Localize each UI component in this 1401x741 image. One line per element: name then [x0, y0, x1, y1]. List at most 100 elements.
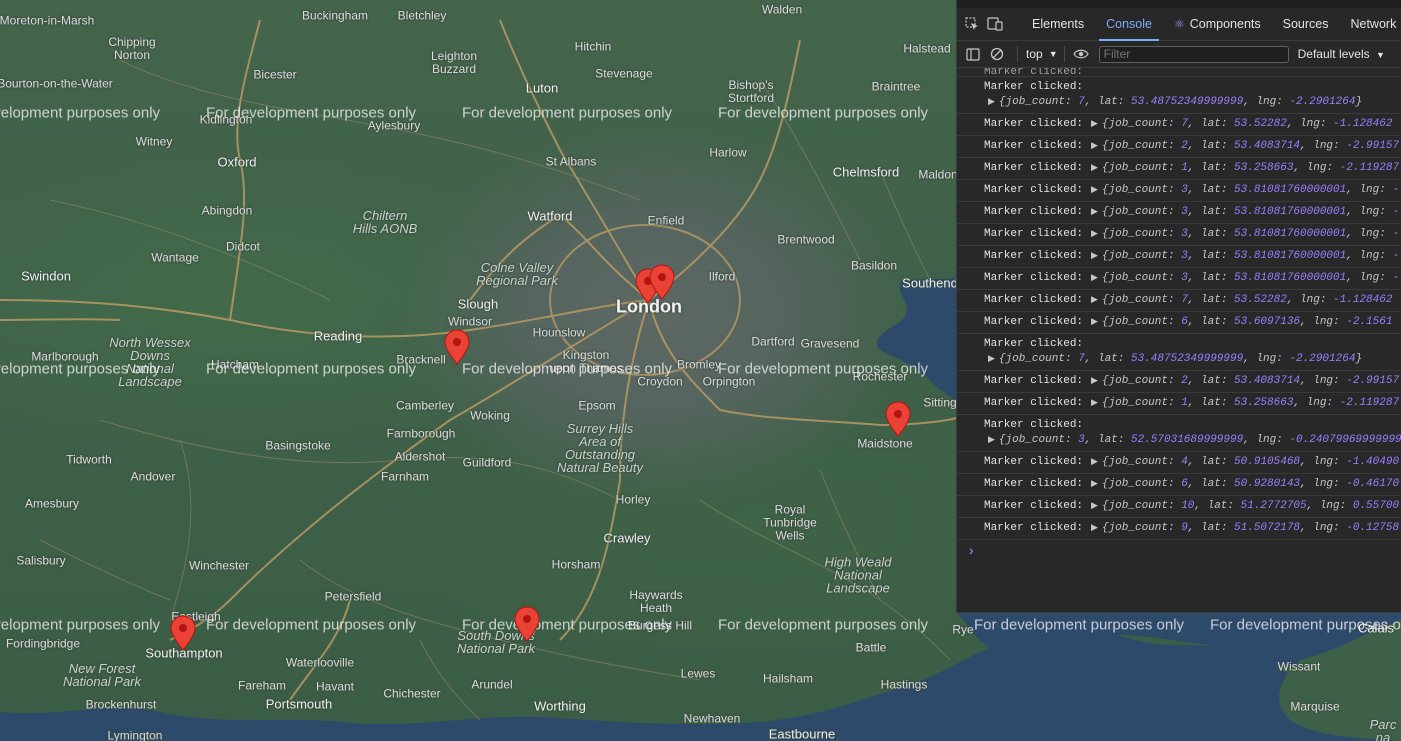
clear-console-icon[interactable]	[989, 46, 1005, 62]
expand-triangle-icon[interactable]: ▶	[1091, 185, 1098, 195]
dev-watermark: For development purposes only	[717, 616, 929, 634]
place-label: Hounslow	[532, 325, 586, 340]
place-label: Surrey Hills Area of Outstanding Natural Be…	[557, 421, 643, 475]
place-label: Basingstoke	[265, 438, 331, 453]
log-levels-label: Default levels	[1297, 47, 1370, 61]
place-label: Chiltern Hills AONB	[352, 208, 418, 236]
sidebar-toggle-icon[interactable]	[965, 46, 981, 62]
marker-south-downs[interactable]	[514, 606, 540, 642]
caret-down-icon: ▼	[1376, 50, 1385, 60]
marker-southampton[interactable]	[170, 615, 196, 651]
place-label: Battle	[855, 640, 887, 655]
dev-watermark: For development purposes only	[205, 360, 417, 378]
lng-value: -2.1561	[1346, 316, 1393, 328]
tab-sources-label: Sources	[1282, 17, 1329, 31]
tab-components[interactable]: ⚛ Components	[1163, 8, 1272, 40]
place-label: Wantage	[151, 250, 199, 265]
log-entry[interactable]: Marker clicked: ▶ {job_count: 3, lat: 53.8…	[957, 202, 1401, 224]
expand-triangle-icon[interactable]: ▶	[1091, 163, 1098, 173]
lng-value: -2.99157	[1346, 140, 1400, 152]
expand-triangle-icon[interactable]: ▶	[1091, 523, 1098, 533]
expand-triangle-icon[interactable]: ▶	[1091, 295, 1098, 305]
log-entry[interactable]: Marker clicked: ▶ {job_count: 2, lat: 53.4…	[957, 371, 1401, 393]
log-entry[interactable]: Marker clicked: ▶ {job_count: 10, lat: 51.…	[957, 496, 1401, 518]
place-label: St Albans	[545, 154, 597, 169]
log-entry[interactable]: Marker clicked: ▶ {job_count: 1, lat: 53.2…	[957, 393, 1401, 415]
dev-watermark: For development purposes only	[461, 360, 673, 378]
eye-icon[interactable]	[1072, 46, 1089, 62]
log-label: Marker clicked:	[984, 338, 1084, 350]
expand-triangle-icon[interactable]: ▶	[1091, 376, 1098, 386]
inspect-element-icon[interactable]	[965, 16, 979, 32]
expand-triangle-icon[interactable]: ▶	[988, 354, 995, 364]
log-entry[interactable]: Marker clicked: ▶ {job_count: 7, lat: 53.4…	[957, 77, 1401, 114]
tab-sources[interactable]: Sources	[1272, 8, 1340, 40]
map-pin-icon	[649, 264, 675, 300]
log-label: Marker clicked:	[984, 140, 1084, 152]
log-entry[interactable]: Marker clicked: ▶ {job_count: 3, lat: 53.8…	[957, 224, 1401, 246]
job-count-value: 3	[1181, 184, 1188, 196]
expand-triangle-icon[interactable]: ▶	[1091, 273, 1098, 283]
expand-triangle-icon[interactable]: ▶	[1091, 207, 1098, 217]
log-entry[interactable]: Marker clicked: ▶ {job_count: 3, lat: 53.8…	[957, 268, 1401, 290]
place-label: Marquise	[1290, 699, 1340, 714]
expand-triangle-icon[interactable]: ▶	[1091, 398, 1098, 408]
place-label: Amesbury	[24, 496, 80, 511]
log-entry[interactable]: Marker clicked: ▶ {job_count: 7, lat: 53.5…	[957, 114, 1401, 136]
job-count-value: 1	[1181, 397, 1188, 409]
expand-triangle-icon[interactable]: ▶	[1091, 317, 1098, 327]
log-entry[interactable]: Marker clicked: ▶ {job_count: 2, lat: 53.4…	[957, 136, 1401, 158]
expand-triangle-icon[interactable]: ▶	[1091, 501, 1098, 511]
log-entry[interactable]: Marker clicked: ▶ {job_count: 6, lat: 50.9…	[957, 474, 1401, 496]
log-entry[interactable]: Marker clicked: ▶ {job_count: 9, lat: 51.5…	[957, 518, 1401, 540]
place-label: Didcot	[225, 239, 261, 254]
lat-value: 53.258663	[1234, 162, 1294, 174]
log-label: Marker clicked:	[984, 206, 1084, 218]
log-levels-dropdown[interactable]: Default levels ▼	[1298, 47, 1385, 61]
place-label: Horley	[615, 492, 651, 507]
expand-triangle-icon[interactable]: ▶	[988, 97, 995, 107]
expand-triangle-icon[interactable]: ▶	[1091, 141, 1098, 151]
lng-value: -2.99157	[1346, 375, 1400, 387]
place-label: Hitchin	[574, 39, 612, 54]
expand-triangle-icon[interactable]: ▶	[1091, 119, 1098, 129]
log-entry[interactable]: Marker clicked: ▶ {job_count: 7, lat: 53.4…	[957, 334, 1401, 371]
console-prompt[interactable]: ›	[957, 540, 1401, 560]
expand-triangle-icon[interactable]: ▶	[988, 435, 995, 445]
filter-input[interactable]	[1098, 45, 1289, 63]
job-count-value: 7	[1078, 96, 1085, 108]
place-label: Braintree	[871, 79, 921, 94]
log-entry[interactable]: Marker clicked: ▶ {job_count: 6, lat: 53.6…	[957, 312, 1401, 334]
place-label: Camberley	[395, 398, 455, 413]
tab-console-label: Console	[1106, 17, 1152, 31]
place-label: Basildon	[850, 258, 898, 273]
place-label: Eastbourne	[768, 726, 836, 741]
log-entry[interactable]: Marker clicked: ▶ {job_count: 4, lat: 50.9…	[957, 452, 1401, 474]
log-entry[interactable]: Marker clicked: ▶ {job_count: 7, lat: 53.5…	[957, 290, 1401, 312]
tab-elements[interactable]: Elements	[1021, 8, 1095, 40]
log-entry[interactable]: Marker clicked: ▶ {job_count: 1, lat: 53.2…	[957, 158, 1401, 180]
marker-london-2[interactable]	[649, 264, 675, 300]
place-label: Petersfield	[324, 589, 382, 604]
expand-triangle-icon[interactable]: ▶	[1091, 229, 1098, 239]
context-selector[interactable]: top ▼	[1026, 47, 1058, 61]
log-entry[interactable]: Marker clicked: ▶ {job_count: 3, lat: 53.8…	[957, 180, 1401, 202]
place-label: Arundel	[471, 677, 513, 692]
device-toolbar-icon[interactable]	[987, 16, 1003, 32]
marker-maidstone[interactable]	[885, 401, 911, 437]
marker-bracknell[interactable]	[444, 329, 470, 365]
job-count-value: 10	[1181, 500, 1195, 512]
place-label: High Weald National Landscape	[824, 554, 892, 596]
tab-console[interactable]: Console	[1095, 8, 1163, 41]
log-label: Marker clicked:	[984, 81, 1084, 93]
lat-value: 53.258663	[1234, 397, 1294, 409]
log-entry[interactable]: Marker clicked: ▶ {job_count: 3, lat: 53.8…	[957, 246, 1401, 268]
tab-network[interactable]: Network	[1339, 8, 1401, 40]
expand-triangle-icon[interactable]: ▶	[1091, 479, 1098, 489]
place-label: Fordingbridge	[5, 636, 81, 651]
place-label: Bromley	[676, 357, 722, 372]
expand-triangle-icon[interactable]: ▶	[1091, 251, 1098, 261]
log-entry[interactable]: Marker clicked: ▶ {job_count: 3, lat: 52.5…	[957, 415, 1401, 452]
log-label: Marker clicked:	[984, 478, 1084, 490]
expand-triangle-icon[interactable]: ▶	[1091, 457, 1098, 467]
